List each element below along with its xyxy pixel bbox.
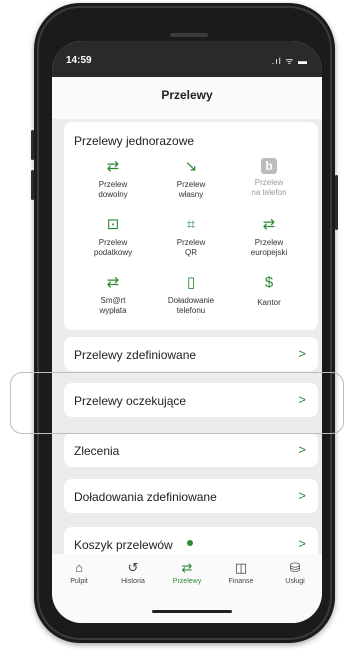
- page-title: Przelewy: [161, 88, 213, 102]
- transfer-dowolny-button[interactable]: ⇄ Przelew dowolny: [78, 158, 148, 200]
- side-button: [31, 130, 34, 160]
- tab-label: Przelewy: [172, 578, 202, 585]
- tab-przelewy[interactable]: ⇄ Przelewy: [160, 560, 214, 585]
- grid-label: Doładowanie telefonu: [167, 296, 215, 315]
- status-bar: 14:59 .ıl ᯤ ▬: [52, 41, 322, 77]
- kantor-button[interactable]: $ Kantor: [234, 274, 304, 308]
- transfer-na-telefon-button[interactable]: b Przelew na telefon: [234, 158, 304, 198]
- power-button: [335, 175, 338, 230]
- history-icon: ↺: [127, 560, 139, 575]
- side-button: [31, 170, 34, 200]
- chevron-right-icon: >: [298, 442, 306, 457]
- grid-label: Przelew dowolny: [98, 180, 128, 199]
- grid-label: Przelew własny: [176, 180, 206, 199]
- smart-wyplata-button[interactable]: ⇄ Sm@rt wypłata: [78, 274, 148, 316]
- arrows-swap-icon: ⇄: [106, 158, 120, 175]
- card-title: Przelewy jednorazowe: [74, 134, 195, 148]
- app-header: Przelewy: [52, 77, 322, 119]
- status-icons: .ıl ᯤ ▬: [271, 56, 308, 66]
- phone-topup-button[interactable]: ▯ Doładowanie telefonu: [156, 274, 226, 316]
- tab-label: Historia: [121, 578, 145, 585]
- home-icon: ⌂: [75, 560, 83, 575]
- qr-code-icon: ⌗: [186, 216, 196, 233]
- currency-exchange-icon: $: [264, 274, 274, 291]
- finance-icon: ◫: [234, 560, 248, 575]
- tab-pulpit[interactable]: ⌂ Pulpit: [52, 560, 106, 585]
- blik-icon: b: [261, 158, 277, 174]
- chevron-right-icon: >: [298, 488, 306, 503]
- menu-row-doladowania-zdefiniowane[interactable]: Doładowania zdefiniowane >: [64, 479, 318, 513]
- one-time-transfers-card: Przelewy jednorazowe ⇄ Przelew dowolny ↘ …: [64, 122, 318, 330]
- speaker-slot: [170, 33, 208, 37]
- tab-uslugi[interactable]: ⛁ Usługi: [268, 560, 322, 585]
- menu-row-label: Przelewy zdefiniowane: [74, 348, 197, 362]
- menu-row-zlecenia[interactable]: Zlecenia >: [64, 433, 318, 467]
- transfer-qr-button[interactable]: ⌗ Przelew QR: [156, 216, 226, 258]
- menu-row-label: Doładowania zdefiniowane: [74, 490, 217, 504]
- transfer-podatkowy-button[interactable]: ⊡ Przelew podatkowy: [78, 216, 148, 258]
- arrows-swap-icon: ⇄: [106, 274, 120, 291]
- phone-screen: 14:59 .ıl ᯤ ▬ Przelewy Przelewy jednoraz…: [52, 41, 322, 623]
- grid-label: Przelew QR: [176, 238, 206, 257]
- tax-document-icon: ⊡: [106, 216, 120, 233]
- home-indicator: [152, 610, 232, 613]
- transfer-wlasny-button[interactable]: ↘ Przelew własny: [156, 158, 226, 200]
- tab-label: Finanse: [228, 578, 254, 585]
- phone-topup-icon: ▯: [186, 274, 196, 291]
- chevron-right-icon: >: [298, 536, 306, 551]
- active-tab-indicator: [187, 540, 193, 546]
- menu-row-przelewy-zdefiniowane[interactable]: Przelewy zdefiniowane >: [64, 337, 318, 371]
- grid-label: Sm@rt wypłata: [99, 296, 127, 315]
- transfers-icon: ⇄: [181, 560, 193, 575]
- grid-label: Przelew podatkowy: [93, 238, 133, 257]
- tab-label: Usługi: [285, 578, 305, 585]
- grid-label: Przelew europejski: [250, 238, 288, 257]
- arrows-swap-icon: ⇄: [262, 216, 276, 233]
- services-icon: ⛁: [289, 560, 301, 575]
- arrow-down-right-icon: ↘: [184, 158, 198, 175]
- tab-finanse[interactable]: ◫ Finanse: [214, 560, 268, 585]
- highlight-frame: [10, 372, 344, 434]
- menu-row-label: Koszyk przelewów: [74, 538, 173, 552]
- chevron-right-icon: >: [298, 346, 306, 361]
- grid-label: Przelew na telefon: [251, 178, 287, 197]
- tab-label: Pulpit: [70, 578, 88, 585]
- menu-row-label: Zlecenia: [74, 444, 120, 458]
- tab-historia[interactable]: ↺ Historia: [106, 560, 160, 585]
- transfer-europejski-button[interactable]: ⇄ Przelew europejski: [234, 216, 304, 258]
- grid-label: Kantor: [257, 298, 281, 307]
- status-time: 14:59: [66, 55, 92, 66]
